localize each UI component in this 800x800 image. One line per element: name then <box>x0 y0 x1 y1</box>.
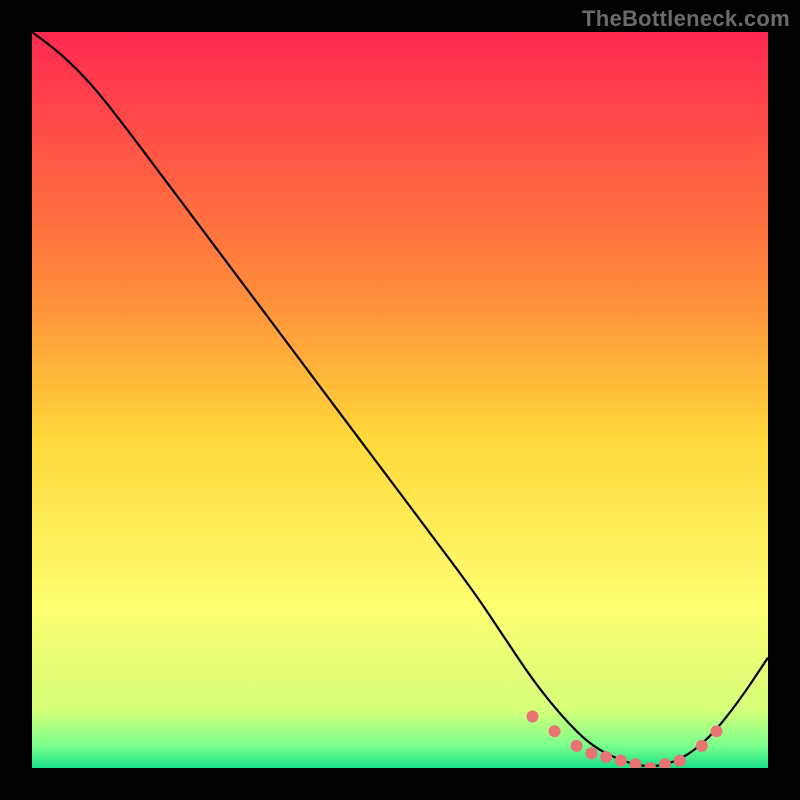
marker-dot <box>696 740 708 752</box>
marker-dot <box>711 725 723 737</box>
marker-dot <box>615 755 627 767</box>
chart-frame: { "watermark": "TheBottleneck.com", "col… <box>0 0 800 800</box>
marker-dot <box>549 725 561 737</box>
watermark-text: TheBottleneck.com <box>582 6 790 32</box>
marker-dot <box>527 711 539 723</box>
marker-dot <box>600 751 612 763</box>
marker-dot <box>585 747 597 759</box>
bottleneck-chart <box>32 32 768 768</box>
marker-dot <box>674 755 686 767</box>
marker-dot <box>571 740 583 752</box>
plot-area <box>32 32 768 768</box>
gradient-background <box>32 32 768 768</box>
